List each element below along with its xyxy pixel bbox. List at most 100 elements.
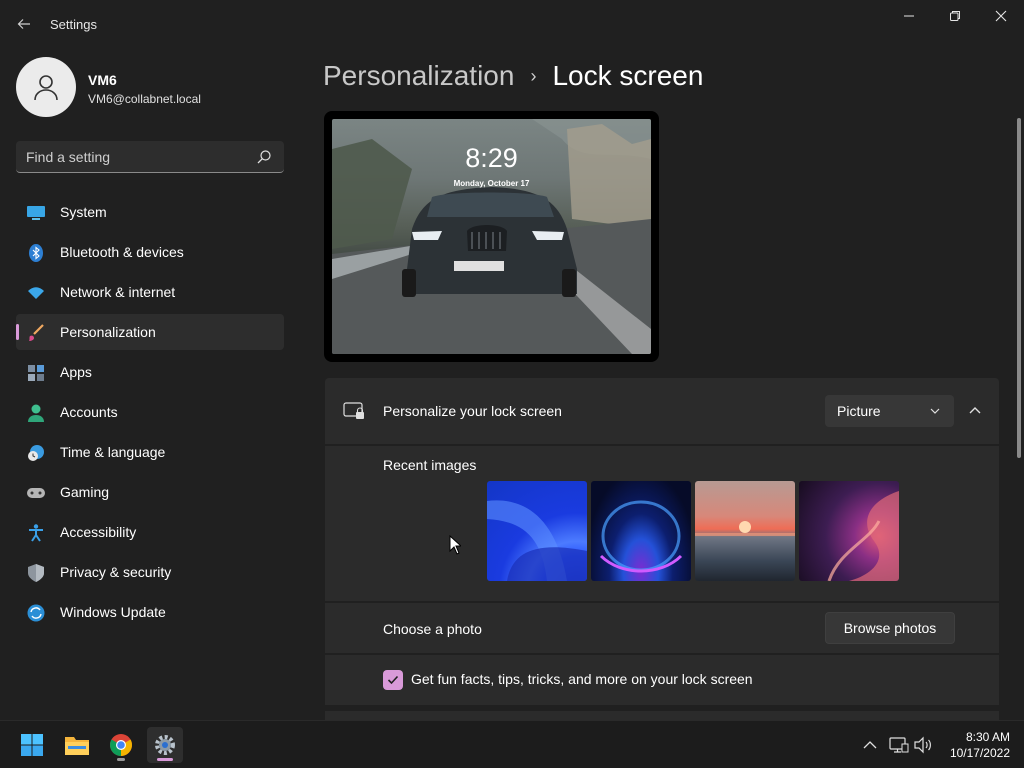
minimize-button[interactable] — [886, 0, 932, 32]
running-indicator — [117, 758, 125, 761]
start-button[interactable] — [14, 727, 50, 763]
taskbar: 8:30 AM 10/17/2022 — [0, 720, 1024, 768]
update-icon — [27, 604, 45, 622]
sidebar-item-accessibility[interactable]: Accessibility — [16, 514, 284, 550]
sidebar-item-apps[interactable]: Apps — [16, 354, 284, 390]
choose-photo-label: Choose a photo — [383, 621, 482, 637]
choose-photo-row: Choose a photo Browse photos — [325, 603, 999, 653]
lock-screen-image: 8:29 Monday, October 17 — [332, 119, 651, 354]
chrome-button[interactable] — [103, 727, 139, 763]
active-indicator — [157, 758, 173, 761]
search-input[interactable] — [26, 141, 246, 172]
lock-screen-preview: 8:29 Monday, October 17 — [324, 111, 659, 362]
scrollbar[interactable] — [1017, 118, 1021, 458]
person-icon — [34, 75, 58, 101]
chevron-up-icon — [969, 407, 981, 414]
browse-photos-button[interactable]: Browse photos — [825, 612, 955, 644]
sidebar-item-network[interactable]: Network & internet — [16, 274, 284, 310]
sidebar-item-windows-update[interactable]: Windows Update — [16, 594, 284, 630]
sidebar-item-label: Gaming — [60, 484, 110, 500]
lock-date: Monday, October 17 — [453, 179, 530, 188]
sidebar-item-label: Personalization — [60, 324, 156, 340]
avatar — [16, 57, 76, 117]
minimize-icon — [904, 15, 914, 17]
settings-taskbar-button[interactable] — [147, 727, 183, 763]
lock-screen-type-dropdown[interactable]: Picture — [825, 395, 954, 427]
sidebar-nav: System Bluetooth & devices Network & int… — [16, 194, 284, 634]
title-bar: Settings — [0, 0, 1024, 48]
breadcrumb-parent[interactable]: Personalization — [323, 60, 514, 92]
network-icon[interactable] — [889, 735, 909, 755]
tips-checkbox[interactable] — [383, 670, 403, 690]
close-icon — [995, 10, 1007, 22]
clock-time[interactable]: 8:30 AM — [940, 730, 1010, 744]
person-icon — [27, 404, 45, 422]
sidebar-item-gaming[interactable]: Gaming — [16, 474, 284, 510]
restore-button[interactable] — [932, 0, 978, 32]
sidebar-item-time-language[interactable]: Time & language — [16, 434, 284, 470]
sidebar-item-label: Apps — [60, 364, 92, 380]
recent-image-thumbnail[interactable] — [695, 481, 795, 581]
tips-label: Get fun facts, tips, tricks, and more on… — [411, 671, 753, 687]
sidebar-item-label: Accounts — [60, 404, 118, 420]
volume-icon[interactable] — [913, 735, 933, 755]
recent-images-list — [487, 481, 899, 581]
bluetooth-icon — [27, 244, 45, 262]
collapse-button[interactable] — [963, 399, 987, 423]
sidebar-item-label: System — [60, 204, 107, 220]
sidebar-item-label: Network & internet — [60, 284, 176, 300]
start-icon — [21, 734, 43, 756]
chrome-icon — [110, 734, 132, 756]
sidebar-item-privacy[interactable]: Privacy & security — [16, 554, 284, 590]
settings-icon — [155, 735, 175, 755]
clock-date[interactable]: 10/17/2022 — [940, 746, 1010, 760]
personalize-lock-screen-row[interactable]: Personalize your lock screen Picture — [325, 378, 999, 444]
search-box — [16, 141, 284, 173]
back-arrow-icon — [17, 19, 30, 29]
accessibility-icon — [27, 524, 45, 542]
checkmark-icon — [387, 675, 399, 685]
show-hidden-icons-chevron-icon[interactable] — [860, 736, 880, 754]
recent-images-section: Recent images — [325, 446, 999, 601]
dropdown-value: Picture — [837, 403, 881, 419]
mouse-cursor-icon — [449, 535, 461, 555]
apps-icon — [27, 364, 45, 382]
close-button[interactable] — [978, 0, 1024, 32]
chevron-down-icon — [930, 408, 940, 414]
recent-image-thumbnail[interactable] — [487, 481, 587, 581]
sidebar-item-label: Windows Update — [60, 604, 166, 620]
sidebar-item-label: Bluetooth & devices — [60, 244, 184, 260]
app-title: Settings — [50, 17, 97, 32]
user-profile[interactable]: VM6 VM6@collabnet.local — [16, 57, 286, 117]
breadcrumb: Personalization › Lock screen — [323, 58, 703, 94]
user-name: VM6 — [88, 72, 117, 88]
back-button[interactable] — [10, 10, 38, 38]
sidebar-item-label: Accessibility — [60, 524, 137, 540]
wifi-icon — [27, 284, 45, 302]
gamepad-icon — [27, 484, 45, 502]
lock-time: 8:29 — [465, 143, 518, 173]
page-title: Lock screen — [552, 60, 704, 91]
search-icon[interactable] — [256, 149, 272, 165]
breadcrumb-separator: › — [530, 65, 537, 86]
sidebar-item-label: Privacy & security — [60, 564, 172, 580]
system-icon — [27, 204, 45, 222]
shield-icon — [27, 564, 45, 582]
recent-image-thumbnail[interactable] — [591, 481, 691, 581]
brush-icon — [27, 324, 45, 342]
restore-icon — [950, 11, 960, 21]
lock-screen-icon — [343, 402, 364, 419]
sidebar-item-system[interactable]: System — [16, 194, 284, 230]
sidebar-item-personalization[interactable]: Personalization — [16, 314, 284, 350]
sidebar-item-label: Time & language — [60, 444, 166, 460]
recent-image-thumbnail[interactable] — [799, 481, 899, 581]
recent-images-label: Recent images — [383, 457, 477, 473]
file-explorer-icon — [65, 737, 89, 755]
personalize-label: Personalize your lock screen — [383, 403, 562, 419]
globe-clock-icon — [27, 444, 45, 462]
sidebar-item-bluetooth[interactable]: Bluetooth & devices — [16, 234, 284, 270]
user-email: VM6@collabnet.local — [88, 92, 201, 106]
lock-screen-tips-row: Get fun facts, tips, tricks, and more on… — [325, 655, 999, 705]
sidebar-item-accounts[interactable]: Accounts — [16, 394, 284, 430]
file-explorer-button[interactable] — [59, 727, 95, 763]
